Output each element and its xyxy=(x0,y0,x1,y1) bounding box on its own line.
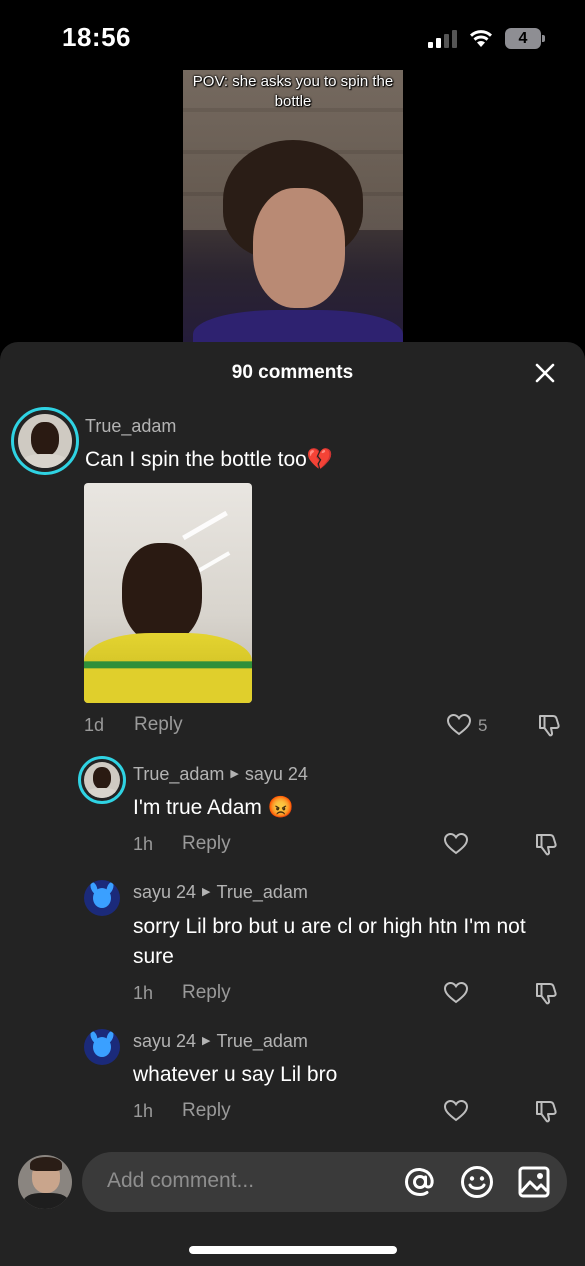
heart-icon[interactable] xyxy=(443,980,469,1006)
comment-age: 1h xyxy=(133,834,154,854)
heart-icon[interactable] xyxy=(443,1098,469,1124)
status-bar: 18:56 4 xyxy=(0,0,585,70)
reply-arrow-icon: ▶ xyxy=(202,886,211,899)
comments-count-title: 90 comments xyxy=(231,362,354,383)
wifi-icon xyxy=(470,30,492,47)
comment-age: 1h xyxy=(133,983,154,1003)
heart-icon[interactable] xyxy=(443,831,469,857)
comment-username[interactable]: True_adam xyxy=(85,416,176,437)
angry-face-emoji: 😡 xyxy=(267,796,294,819)
home-indicator xyxy=(189,1246,397,1254)
dislike-icon[interactable] xyxy=(533,1098,559,1124)
comment-text: I'm true Adam 😡 xyxy=(133,796,294,819)
close-icon[interactable] xyxy=(530,358,560,388)
reply-button[interactable]: Reply xyxy=(182,833,231,855)
status-time: 18:56 xyxy=(62,22,131,52)
mention-icon[interactable] xyxy=(402,1164,438,1200)
reply-button[interactable]: Reply xyxy=(134,714,183,736)
video-preview[interactable]: POV: she asks you to spin the bottle xyxy=(183,70,403,342)
comment-input-placeholder: Add comment... xyxy=(107,1169,255,1192)
reply-arrow-icon: ▶ xyxy=(230,768,239,781)
heart-icon[interactable] xyxy=(446,712,472,738)
like-count: 5 xyxy=(478,716,488,735)
comment-text: sorry Lil bro but u are cl or high htn I… xyxy=(133,915,526,968)
broken-heart-emoji: 💔 xyxy=(306,448,333,471)
reply-button[interactable]: Reply xyxy=(182,982,231,1004)
comment-photo[interactable] xyxy=(84,483,252,703)
comment-input[interactable]: Add comment... xyxy=(82,1152,567,1212)
dislike-icon[interactable] xyxy=(536,712,562,738)
dislike-icon[interactable] xyxy=(533,980,559,1006)
cellular-signal-icon xyxy=(428,30,458,48)
reply-button[interactable]: Reply xyxy=(182,1100,231,1122)
comment-username[interactable]: True_adam ▶ sayu 24 xyxy=(133,764,308,785)
comment-username[interactable]: sayu 24 ▶ True_adam xyxy=(133,1031,308,1052)
comment-age: 1h xyxy=(133,1101,154,1121)
current-user-avatar[interactable] xyxy=(18,1155,72,1209)
reply-arrow-icon: ▶ xyxy=(202,1035,211,1048)
emoji-icon[interactable] xyxy=(459,1164,495,1200)
comment-text: Can I spin the bottle too💔 xyxy=(85,448,333,471)
avatar[interactable] xyxy=(18,414,72,468)
battery-icon: 4 xyxy=(505,28,545,49)
avatar[interactable] xyxy=(84,1029,120,1065)
battery-level: 4 xyxy=(505,28,541,49)
comment-text: whatever u say Lil bro xyxy=(133,1063,338,1086)
avatar[interactable] xyxy=(84,880,120,916)
avatar[interactable] xyxy=(84,762,120,798)
video-caption: POV: she asks you to spin the bottle xyxy=(192,73,394,110)
comment-username[interactable]: sayu 24 ▶ True_adam xyxy=(133,882,308,903)
comments-sheet: 90 comments True_adam Can I spin the bot… xyxy=(0,342,585,1266)
dislike-icon[interactable] xyxy=(533,831,559,857)
image-icon[interactable] xyxy=(516,1164,552,1200)
comment-age: 1d xyxy=(84,715,105,735)
